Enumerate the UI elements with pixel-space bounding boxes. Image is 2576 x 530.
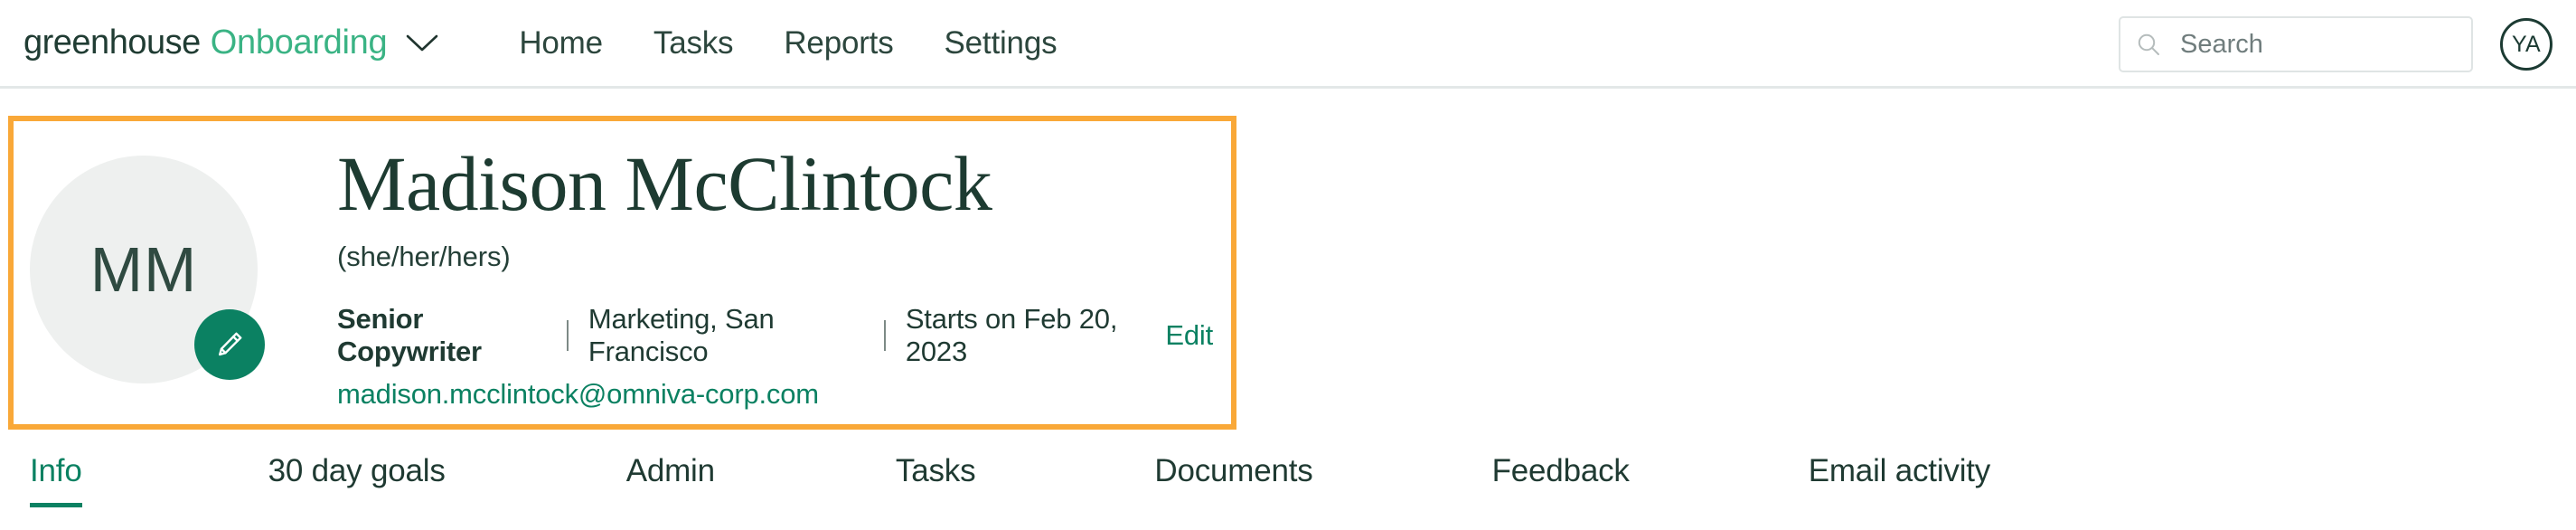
employee-start-date: Starts on Feb 20, 2023 [905, 303, 1118, 368]
brand-company-name: greenhouse [24, 24, 201, 62]
brand-product-name: Onboarding [210, 24, 388, 62]
user-avatar-initials: YA [2511, 31, 2542, 57]
employee-avatar-initials: MM [89, 234, 198, 305]
tab-30-day-goals[interactable]: 30 day goals [268, 440, 446, 513]
main-navigation: Home Tasks Reports Settings [519, 25, 1082, 62]
user-avatar[interactable]: YA [2500, 18, 2552, 71]
edit-link[interactable]: Edit [1165, 319, 1213, 352]
nav-item-settings[interactable]: Settings [919, 25, 1083, 62]
search-input[interactable] [2180, 29, 2451, 60]
meta-divider [566, 320, 569, 352]
meta-divider [883, 320, 886, 352]
employee-department-location: Marketing, San Francisco [588, 303, 775, 368]
employee-avatar-wrapper: MM [30, 156, 265, 383]
employee-pronouns: (she/her/hers) [337, 241, 511, 273]
top-navigation-bar: greenhouse Onboarding Home Tasks Reports… [0, 0, 2576, 89]
chevron-down-icon[interactable] [405, 33, 439, 54]
employee-profile-card: MM Madison McClintock (she/her/hers) Sen… [8, 116, 1236, 430]
tab-feedback[interactable]: Feedback [1492, 440, 1630, 513]
brand-logo-dropdown[interactable]: greenhouse Onboarding [24, 24, 439, 62]
tab-email-activity[interactable]: Email activity [1809, 440, 1991, 513]
tab-documents[interactable]: Documents [1154, 440, 1312, 513]
search-icon [2135, 31, 2162, 58]
tab-info[interactable]: Info [30, 440, 82, 513]
employee-job-title: Senior Copywriter [337, 303, 482, 368]
tab-admin[interactable]: Admin [626, 440, 715, 513]
pencil-icon[interactable] [194, 309, 265, 380]
profile-tab-bar: Info 30 day goals Admin Tasks Documents … [0, 440, 2576, 530]
nav-item-reports[interactable]: Reports [758, 25, 918, 62]
nav-item-tasks[interactable]: Tasks [628, 25, 758, 62]
topbar-right-group: YA [2119, 0, 2552, 89]
nav-item-home[interactable]: Home [519, 25, 628, 62]
search-box[interactable] [2119, 16, 2473, 72]
employee-meta-row: Senior Copywriter Marketing, San Francis… [337, 303, 1213, 368]
tab-tasks[interactable]: Tasks [896, 440, 976, 513]
employee-email[interactable]: madison.mcclintock@omniva-corp.com [337, 378, 1213, 411]
employee-details: Madison McClintock (she/her/hers) Senior… [337, 143, 1213, 411]
page-title: Madison McClintock [337, 140, 992, 227]
